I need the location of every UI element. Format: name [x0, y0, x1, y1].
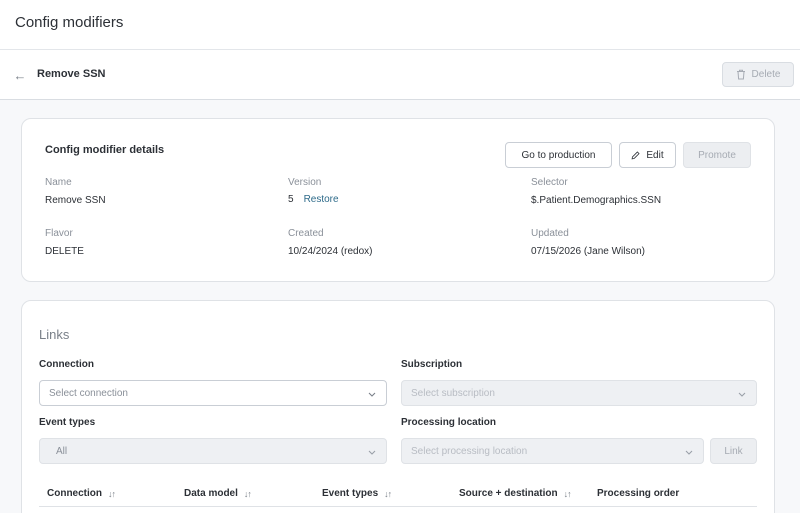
link-button[interactable]: Link — [710, 438, 757, 464]
delete-label: Delete — [751, 69, 781, 80]
links-table-header: Connection ↓↑ Data model ↓↑ Event types ↓↑ … — [39, 481, 757, 507]
updated-value: 07/15/2026 (Jane Wilson) — [531, 246, 645, 257]
edit-label: Edit — [646, 149, 664, 161]
version-value: 5 Restore — [288, 194, 339, 205]
chevron-down-icon — [367, 447, 377, 457]
config-modifier-details-card: Config modifier details Go to production… — [21, 118, 775, 282]
created-label: Created — [288, 228, 324, 239]
subscription-select[interactable]: Select subscription — [401, 380, 757, 406]
column-header-connection[interactable]: Connection ↓↑ — [47, 488, 116, 499]
trash-icon — [736, 69, 745, 80]
sort-icon: ↓↑ — [243, 488, 252, 499]
links-title: Links — [39, 327, 70, 342]
column-header-event-types[interactable]: Event types ↓↑ — [322, 488, 392, 499]
column-label: Data model — [184, 488, 238, 499]
column-label: Event types — [322, 488, 379, 499]
restore-link[interactable]: Restore — [304, 194, 339, 205]
connection-placeholder: Select connection — [49, 387, 128, 399]
selector-value: $.Patient.Demographics.SSN — [531, 195, 662, 206]
page-title: Remove SSN — [37, 68, 106, 80]
subscription-placeholder: Select subscription — [411, 387, 495, 399]
back-button[interactable]: ← — [11, 66, 29, 84]
connection-label: Connection — [39, 359, 94, 370]
column-header-data-model[interactable]: Data model ↓↑ — [184, 488, 252, 499]
column-label: Processing order — [597, 488, 680, 499]
pencil-icon — [631, 150, 640, 159]
connection-select[interactable]: Select connection — [39, 380, 387, 406]
chevron-down-icon — [684, 447, 694, 457]
flavor-value: DELETE — [45, 246, 84, 257]
column-label: Connection — [47, 488, 102, 499]
name-value: Remove SSN — [45, 195, 106, 206]
processing-location-select[interactable]: Select processing location — [401, 438, 704, 464]
sort-icon: ↓↑ — [384, 488, 392, 499]
links-card: Links Connection Select connection Subsc… — [21, 300, 775, 513]
column-label: Source + destination — [459, 488, 558, 499]
edit-button[interactable]: Edit — [619, 142, 676, 168]
chevron-down-icon — [367, 389, 377, 399]
app-title: Config modifiers — [15, 14, 124, 31]
flavor-label: Flavor — [45, 228, 73, 239]
delete-button[interactable]: Delete — [722, 62, 794, 87]
event-types-value: All — [56, 445, 68, 457]
created-value: 10/24/2024 (redox) — [288, 246, 373, 257]
promote-button[interactable]: Promote — [683, 142, 751, 168]
column-header-processing-order: Processing order — [597, 488, 679, 499]
chevron-down-icon — [737, 389, 747, 399]
selector-label: Selector — [531, 177, 568, 188]
processing-location-label: Processing location — [401, 417, 497, 428]
event-types-select[interactable]: All — [39, 438, 387, 464]
arrow-left-icon: ← — [13, 67, 27, 83]
sort-icon: ↓↑ — [108, 488, 116, 499]
subscription-label: Subscription — [401, 359, 463, 370]
app-header: Config modifiers — [0, 0, 800, 50]
processing-location-placeholder: Select processing location — [411, 445, 528, 457]
page-header: ← Remove SSN Delete — [0, 50, 800, 100]
event-types-label: Event types — [39, 417, 96, 428]
version-number: 5 — [288, 194, 294, 205]
details-title: Config modifier details — [45, 144, 165, 156]
sort-icon: ↓↑ — [563, 488, 572, 499]
column-header-source-destination[interactable]: Source + destination ↓↑ — [459, 488, 572, 499]
name-label: Name — [45, 177, 72, 188]
version-label: Version — [288, 177, 322, 188]
updated-label: Updated — [531, 228, 569, 239]
go-to-production-button[interactable]: Go to production — [505, 142, 612, 168]
